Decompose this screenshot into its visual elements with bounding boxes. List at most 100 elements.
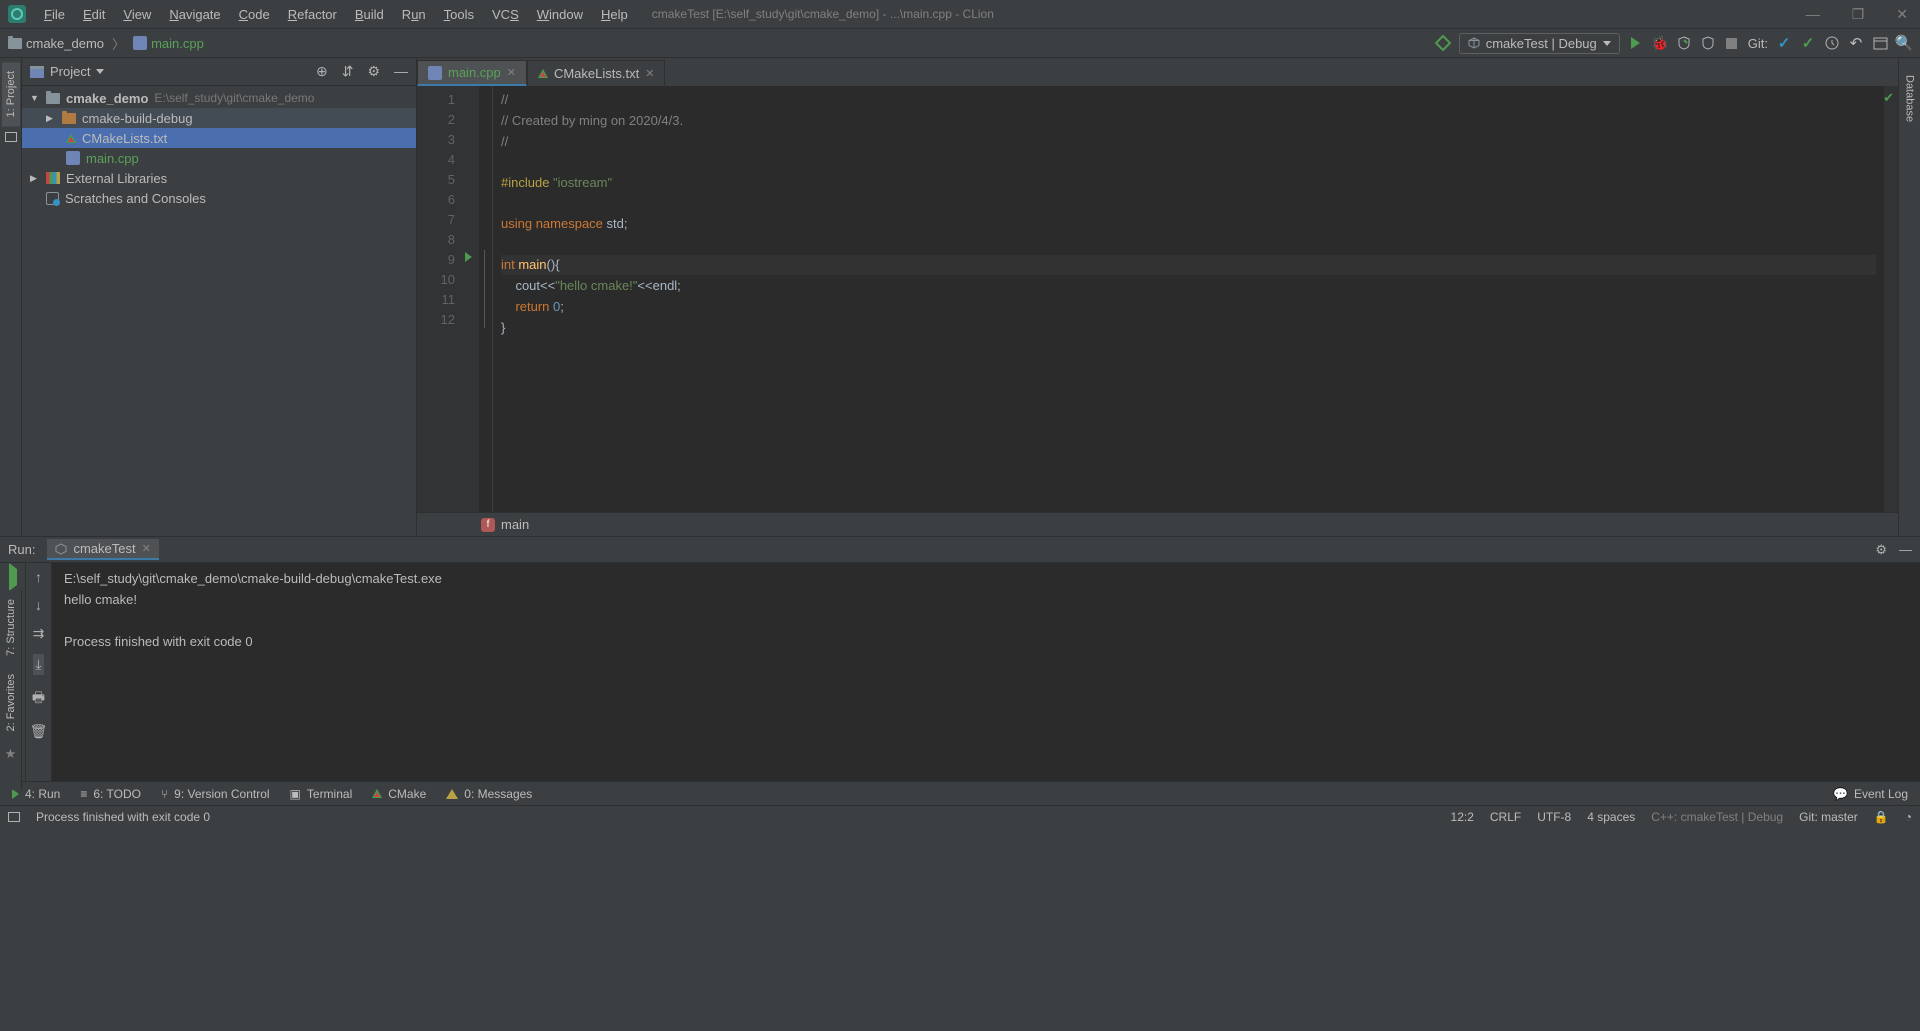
status-position[interactable]: 12:2 (1451, 810, 1474, 824)
status-encoding[interactable]: UTF-8 (1537, 810, 1571, 824)
menu-refactor[interactable]: Refactor (280, 5, 345, 24)
menu-navigate[interactable]: Navigate (161, 5, 228, 24)
bottom-tab-messages[interactable]: 0: Messages (438, 785, 540, 803)
coverage-button[interactable] (1676, 35, 1692, 51)
tree-file-main[interactable]: main.cpp (22, 148, 416, 168)
down-button[interactable]: ↓ (35, 597, 42, 613)
locate-icon[interactable]: ⊕ (316, 63, 328, 80)
tool-tab-project[interactable]: 1: Project (2, 62, 20, 126)
close-button[interactable]: ✕ (1892, 6, 1912, 23)
menu-run[interactable]: Run (394, 5, 434, 24)
tree-folder-build[interactable]: ▶ cmake-build-debug (22, 108, 416, 128)
play-icon (9, 563, 17, 591)
project-icon (30, 66, 44, 78)
rerun-button[interactable] (9, 569, 17, 585)
menu-tools[interactable]: Tools (436, 5, 482, 24)
function-icon: f (481, 518, 495, 532)
tree-root[interactable]: ▼ cmake_demo E:\self_study\git\cmake_dem… (22, 88, 416, 108)
menu-edit[interactable]: Edit (75, 5, 113, 24)
lock-icon[interactable]: 🔒 (1874, 810, 1889, 824)
build-icon[interactable] (1435, 35, 1451, 51)
tree-scratches[interactable]: Scratches and Consoles (22, 188, 416, 208)
revert-button[interactable]: ↶ (1848, 35, 1864, 51)
cube-icon (1468, 37, 1480, 49)
profile-button[interactable] (1700, 35, 1716, 51)
right-tool-stripe: Database (1898, 58, 1920, 536)
run-config-selector[interactable]: cmakeTest | Debug (1459, 33, 1620, 54)
menu-window[interactable]: Window (529, 5, 591, 24)
bottom-tab-event-log[interactable]: 💬 Event Log (1825, 785, 1916, 803)
menu-help[interactable]: Help (593, 5, 636, 24)
menu-vcs[interactable]: VCS (484, 5, 527, 24)
up-button[interactable]: ↑ (35, 569, 42, 585)
inspection-ok-icon[interactable]: ✔ (1883, 90, 1894, 106)
ide-settings-button[interactable] (1872, 35, 1888, 51)
tool-tab-icon[interactable] (3, 130, 19, 144)
print-button[interactable]: 🖶 (32, 687, 45, 711)
soft-wrap-button[interactable]: ⇉ (33, 625, 45, 642)
maximize-button[interactable]: ❐ (1848, 6, 1869, 23)
editor-tab-main[interactable]: main.cpp ✕ (417, 60, 527, 86)
expand-all-icon[interactable]: ⇵ (342, 63, 354, 80)
editor-body[interactable]: 123456789101112 // // Created by ming on… (417, 86, 1898, 512)
run-gutter-icon[interactable] (465, 252, 472, 262)
expand-arrow-icon[interactable]: ▶ (30, 173, 40, 184)
stop-button[interactable] (1724, 35, 1740, 51)
code-editor[interactable]: // // Created by ming on 2020/4/3. // #i… (493, 86, 1884, 512)
close-icon[interactable]: ✕ (507, 66, 516, 79)
fold-gutter[interactable] (479, 86, 493, 512)
tool-tab-database[interactable]: Database (1901, 66, 1919, 131)
minimize-button[interactable]: — (1802, 6, 1824, 23)
status-git-branch[interactable]: Git: master (1799, 810, 1858, 824)
expand-arrow-icon[interactable]: ▼ (30, 93, 40, 103)
tab-label: CMakeLists.txt (554, 66, 639, 81)
bottom-tab-vcs[interactable]: ⑂ 9: Version Control (153, 785, 278, 803)
bottom-tab-terminal[interactable]: ▣ Terminal (282, 785, 361, 803)
bottom-tab-cmake[interactable]: CMake (364, 785, 434, 803)
debug-button[interactable]: 🐞 (1652, 35, 1668, 51)
console-output[interactable]: E:\self_study\git\cmake_demo\cmake-build… (52, 563, 1920, 781)
status-indent[interactable]: 4 spaces (1587, 810, 1635, 824)
run-tab-cmaketest[interactable]: cmakeTest ✕ (47, 539, 158, 560)
settings-icon[interactable]: ⚙ (1875, 542, 1887, 558)
close-icon[interactable]: ✕ (645, 67, 654, 80)
tool-tab-favorites[interactable]: 2: Favorites (2, 665, 20, 740)
terminal-icon: ▣ (290, 787, 301, 801)
window-title: cmakeTest [E:\self_study\git\cmake_demo]… (652, 7, 994, 21)
commit-button[interactable]: ✓ (1800, 35, 1816, 51)
menu-code[interactable]: Code (231, 5, 278, 24)
tool-windows-icon[interactable] (8, 812, 20, 822)
status-line-separator[interactable]: CRLF (1490, 810, 1521, 824)
code-breadcrumb-label[interactable]: main (501, 517, 529, 532)
tree-file-cmakelists[interactable]: CMakeLists.txt (22, 128, 416, 148)
history-button[interactable] (1824, 35, 1840, 51)
hide-icon[interactable]: — (394, 63, 408, 80)
clear-button[interactable]: 🗑 (30, 723, 48, 740)
scroll-end-button[interactable]: ⤓ (33, 654, 43, 675)
search-everywhere-button[interactable]: 🔍 (1896, 35, 1912, 51)
tree-external-libs[interactable]: ▶ External Libraries (22, 168, 416, 188)
navigation-bar: cmake_demo 〉 main.cpp cmakeTest | Debug … (0, 28, 1920, 58)
tool-tab-structure[interactable]: 7: Structure (2, 590, 20, 665)
editor-tab-cmakelists[interactable]: CMakeLists.txt ✕ (527, 60, 665, 86)
menu-file[interactable]: File (36, 5, 73, 24)
close-icon[interactable]: ✕ (142, 542, 151, 555)
bottom-tab-todo[interactable]: ≡ 6: TODO (72, 785, 149, 803)
line-number-gutter[interactable]: 123456789101112 (417, 86, 463, 512)
breadcrumb-file[interactable]: main.cpp (151, 36, 204, 51)
project-view-selector[interactable]: Project (30, 64, 104, 79)
run-button[interactable] (1628, 35, 1644, 51)
breadcrumb-root[interactable]: cmake_demo (26, 36, 104, 51)
status-context[interactable]: C++: cmakeTest | Debug (1651, 810, 1783, 824)
menu-view[interactable]: View (115, 5, 159, 24)
favorites-star-icon[interactable]: ★ (5, 746, 17, 762)
expand-arrow-icon[interactable]: ▶ (46, 113, 56, 124)
marker-bar[interactable] (1884, 86, 1898, 512)
settings-icon[interactable]: ⚙ (367, 63, 380, 80)
memory-indicator-icon[interactable]: ◔ (1905, 810, 1912, 824)
hide-icon[interactable]: — (1899, 542, 1912, 558)
update-project-button[interactable]: ✓ (1776, 35, 1792, 51)
menu-build[interactable]: Build (347, 5, 392, 24)
tree-item-label: main.cpp (86, 151, 139, 166)
cmake-icon (372, 789, 382, 798)
